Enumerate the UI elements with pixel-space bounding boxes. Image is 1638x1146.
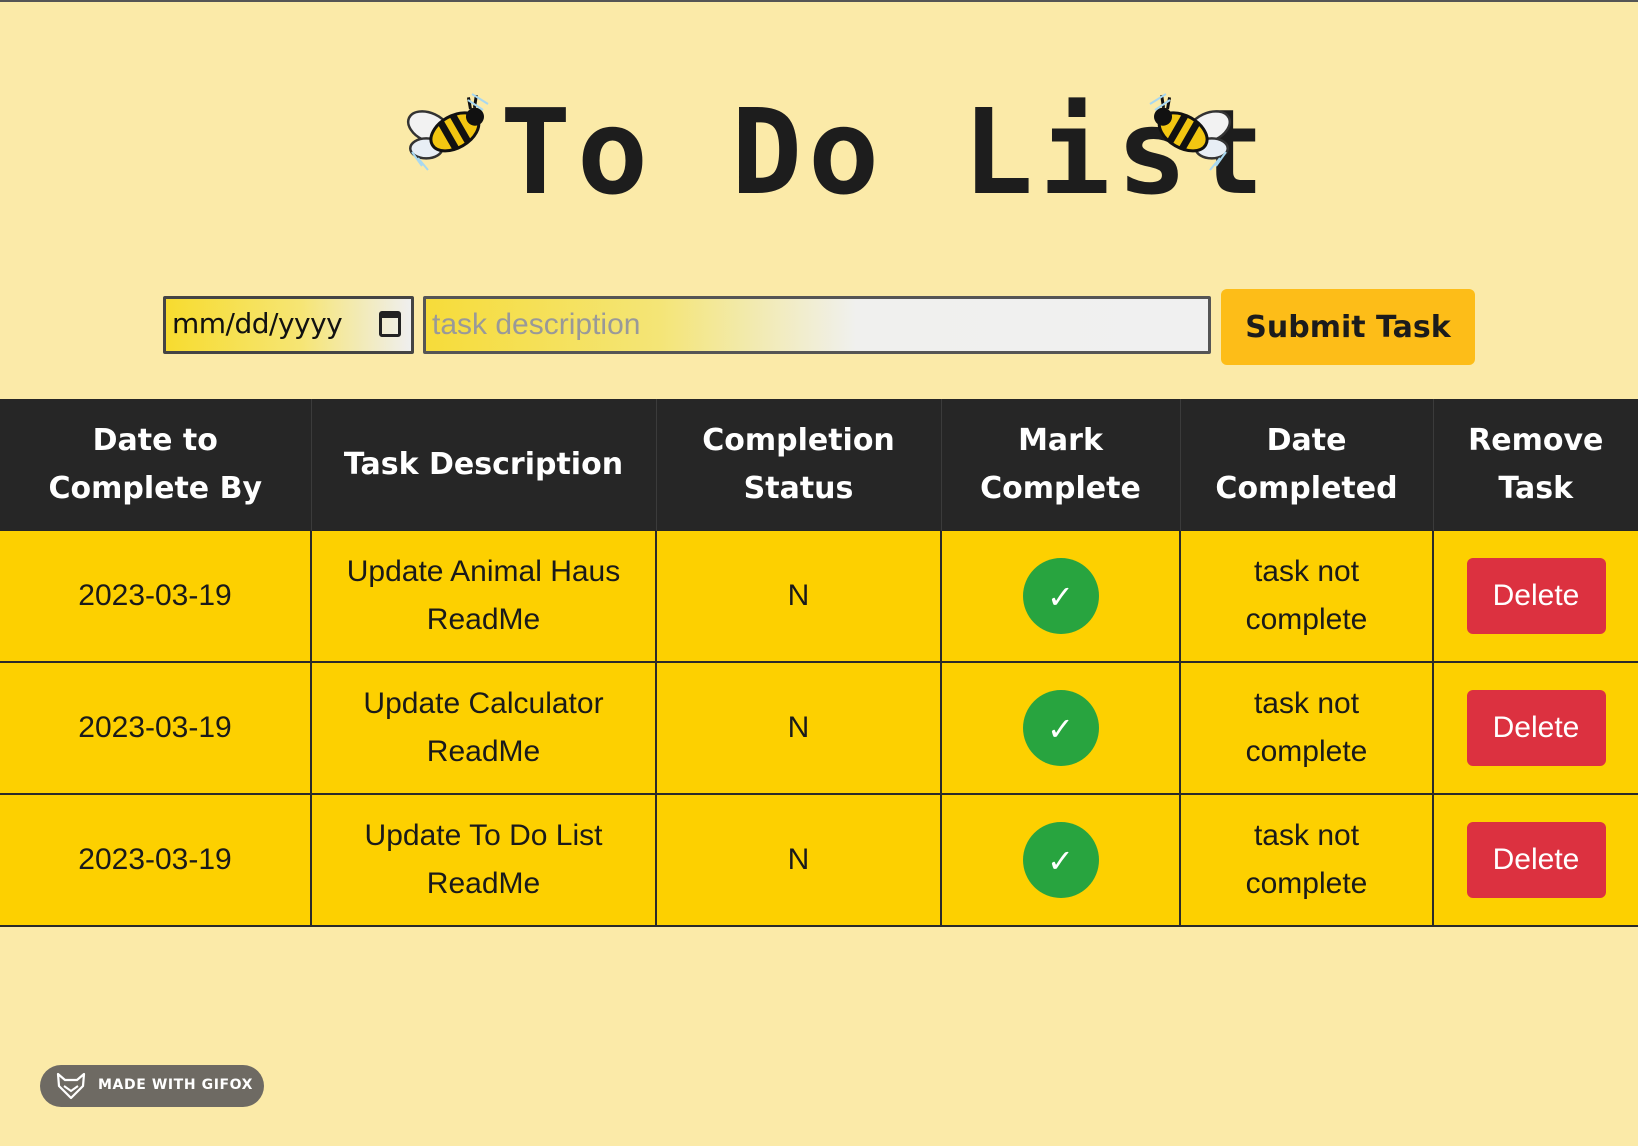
- badge-text: MADE WITH GIFOX: [98, 1077, 254, 1093]
- column-header-completion-status: Completion Status: [655, 399, 941, 531]
- bee-icon: [406, 93, 489, 171]
- task-description: Update Calculator ReadMe: [310, 662, 656, 795]
- column-header-task-description: Task Description: [310, 399, 656, 531]
- date-placeholder: mm/dd/yyyy: [172, 307, 343, 340]
- mark-complete-button[interactable]: ✓: [1022, 690, 1099, 766]
- column-header-remove-task: Remove Task: [1432, 399, 1638, 531]
- task-description-input[interactable]: [423, 296, 1211, 354]
- column-header-date-completed: Date Completed: [1179, 399, 1433, 531]
- table-row: 2023-03-19 Update Calculator ReadMe N ✓ …: [0, 662, 1638, 795]
- date-input[interactable]: mm/dd/yyyy: [163, 296, 414, 354]
- mark-complete-cell: ✓: [940, 662, 1180, 795]
- fox-icon: [56, 1072, 86, 1100]
- remove-task-cell: Delete: [1432, 531, 1638, 663]
- task-description: Update To Do List ReadMe: [310, 794, 656, 927]
- bee-icon: [1149, 93, 1232, 171]
- date-completed: task not complete: [1179, 794, 1433, 927]
- task-form: mm/dd/yyyy Submit Task: [0, 289, 1638, 369]
- completion-status: N: [655, 794, 941, 927]
- mark-complete-button[interactable]: ✓: [1022, 558, 1099, 634]
- task-date: 2023-03-19: [0, 662, 311, 795]
- column-header-date-to-complete: Date to Complete By: [0, 399, 311, 531]
- delete-button[interactable]: Delete: [1466, 822, 1606, 898]
- table-row: 2023-03-19 Update To Do List ReadMe N ✓ …: [0, 794, 1638, 927]
- page-title: To Do List: [500, 83, 1271, 221]
- delete-button[interactable]: Delete: [1466, 558, 1606, 634]
- page-header: To Do List: [0, 72, 1638, 232]
- remove-task-cell: Delete: [1432, 794, 1638, 927]
- table-row: 2023-03-19 Update Animal Haus ReadMe N ✓…: [0, 531, 1638, 663]
- date-completed: task not complete: [1179, 531, 1433, 663]
- date-completed: task not complete: [1179, 662, 1433, 795]
- task-table: Date to Complete By Task Description Com…: [0, 399, 1638, 927]
- task-date: 2023-03-19: [0, 531, 311, 663]
- calendar-icon[interactable]: [379, 311, 401, 337]
- task-date: 2023-03-19: [0, 794, 311, 927]
- task-description: Update Animal Haus ReadMe: [310, 531, 656, 663]
- mark-complete-button[interactable]: ✓: [1022, 822, 1099, 898]
- table-header-row: Date to Complete By Task Description Com…: [0, 399, 1638, 531]
- submit-task-button[interactable]: Submit Task: [1221, 289, 1475, 365]
- delete-button[interactable]: Delete: [1466, 690, 1606, 766]
- completion-status: N: [655, 531, 941, 663]
- column-header-mark-complete: Mark Complete: [940, 399, 1180, 531]
- remove-task-cell: Delete: [1432, 662, 1638, 795]
- page: To Do List mm/dd/yyyy Submit Task: [0, 0, 1638, 1146]
- mark-complete-cell: ✓: [940, 531, 1180, 663]
- completion-status: N: [655, 662, 941, 795]
- gifox-badge[interactable]: MADE WITH GIFOX: [40, 1065, 264, 1107]
- mark-complete-cell: ✓: [940, 794, 1180, 927]
